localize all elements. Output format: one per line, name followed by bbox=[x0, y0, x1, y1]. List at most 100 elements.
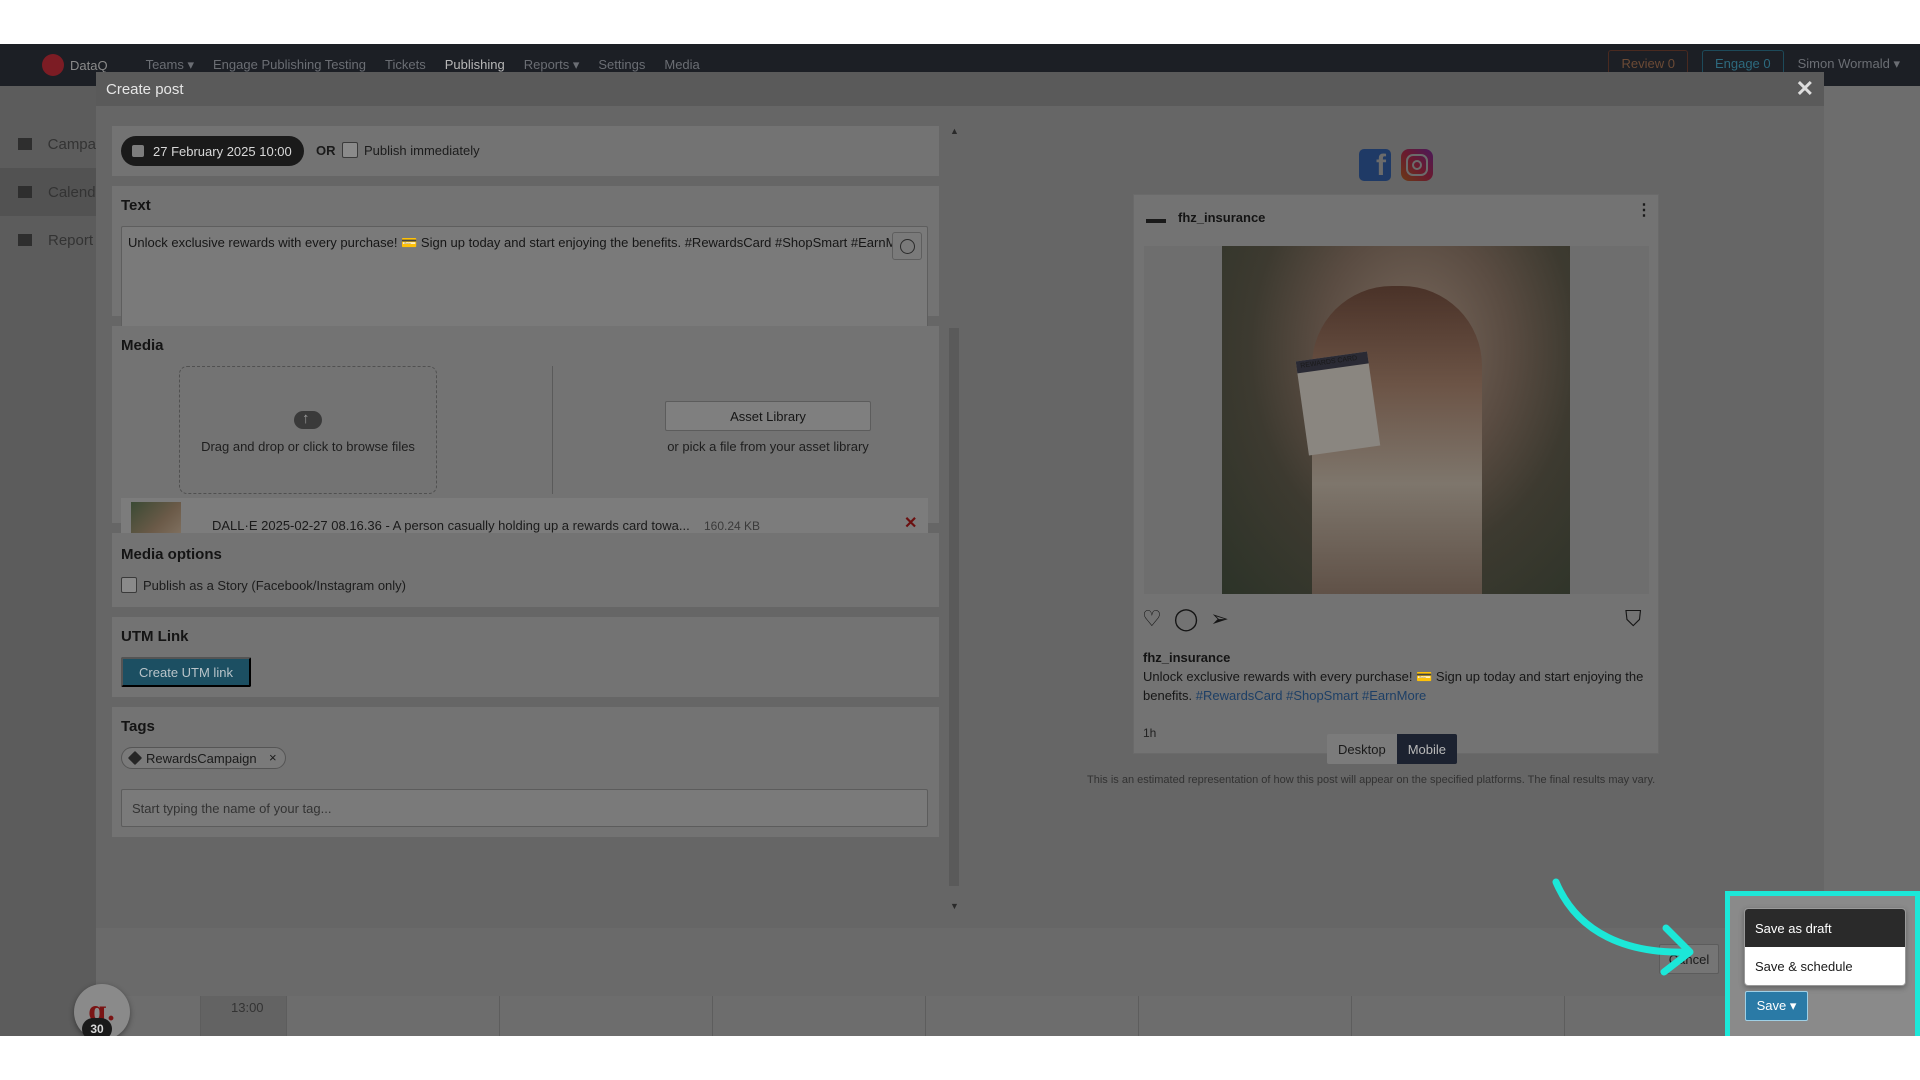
caption-hashtags: #RewardsCard #ShopSmart #EarnMore bbox=[1195, 688, 1427, 703]
calendar-cell[interactable] bbox=[1138, 994, 1351, 1036]
file-size: 160.24 KB bbox=[704, 519, 761, 533]
nav-engage-publishing[interactable]: Engage Publishing Testing bbox=[213, 57, 366, 73]
calendar-icon bbox=[132, 145, 144, 157]
nav-menu: Teams ▾ Engage Publishing Testing Ticket… bbox=[146, 57, 700, 73]
tag-chip: RewardsCampaign × bbox=[121, 747, 286, 769]
post-time: 1h bbox=[1143, 726, 1157, 740]
create-post-modal: Create post ✕ 27 February 2025 10:00 OR … bbox=[96, 72, 1824, 996]
save-dropdown-menu: Save as draft Save & schedule bbox=[1744, 908, 1906, 986]
emoji-button[interactable] bbox=[892, 232, 922, 260]
save-button[interactable]: Save ▾ bbox=[1745, 991, 1808, 1021]
calendar-cell[interactable] bbox=[499, 994, 712, 1036]
close-icon[interactable]: ✕ bbox=[1796, 76, 1814, 102]
media-panel: Media Drag and drop or click to browse f… bbox=[112, 326, 939, 554]
scrollbar-thumb[interactable] bbox=[949, 328, 959, 886]
calendar-cell[interactable] bbox=[925, 994, 1138, 1036]
utm-panel: UTM Link Create UTM link bbox=[112, 617, 939, 697]
asset-library-hint: or pick a file from your asset library bbox=[667, 439, 869, 454]
mobile-view-button[interactable]: Mobile bbox=[1396, 734, 1457, 764]
publish-immediately-label: Publish immediately bbox=[364, 142, 480, 158]
text-heading: Text bbox=[121, 197, 151, 214]
text-panel: Text bbox=[112, 186, 939, 332]
story-checkbox[interactable] bbox=[121, 577, 137, 593]
logo-icon bbox=[42, 54, 64, 76]
date-picker-button[interactable]: 27 February 2025 10:00 bbox=[121, 136, 304, 166]
tag-input[interactable] bbox=[121, 789, 928, 827]
preview-image: REWARDS CARD bbox=[1222, 246, 1570, 594]
caption-username: fhz_insurance bbox=[1143, 650, 1231, 665]
platform-icons: f bbox=[1359, 149, 1433, 182]
media-options-panel: Media options Publish as a Story (Facebo… bbox=[112, 533, 939, 607]
remove-tag-icon[interactable]: × bbox=[269, 750, 277, 765]
nav-tickets[interactable]: Tickets bbox=[385, 57, 426, 73]
facebook-icon[interactable]: f bbox=[1359, 149, 1391, 182]
story-option[interactable]: Publish as a Story (Facebook/Instagram o… bbox=[121, 577, 406, 593]
preview-actions: ♡ ◯ ➢ bbox=[1142, 607, 1229, 631]
save-as-draft-option[interactable]: Save as draft bbox=[1745, 909, 1905, 947]
nav-reports[interactable]: Reports ▾ bbox=[524, 57, 580, 73]
media-heading: Media bbox=[121, 337, 164, 354]
tag-icon bbox=[127, 750, 143, 766]
scroll-up-icon[interactable]: ▲ bbox=[950, 126, 959, 136]
bookmark-icon: ⛉ bbox=[1625, 606, 1642, 631]
post-text-input[interactable] bbox=[121, 226, 928, 332]
or-label: OR bbox=[316, 143, 336, 158]
tags-heading: Tags bbox=[121, 718, 155, 735]
sidebar-item-label: Report bbox=[48, 231, 94, 249]
view-toggle: Desktop Mobile bbox=[1327, 734, 1457, 764]
form-scrollbar[interactable]: ▲ ▼ bbox=[948, 126, 960, 914]
sidebar-item-label: Calend bbox=[48, 183, 96, 201]
avatar bbox=[1146, 219, 1166, 223]
media-options-heading: Media options bbox=[121, 546, 222, 563]
more-options-icon[interactable]: ⋮ bbox=[1636, 203, 1652, 219]
sidebar: Campa Calend Report bbox=[0, 86, 96, 1036]
nav-media[interactable]: Media bbox=[664, 57, 699, 73]
cloud-upload-icon bbox=[292, 407, 324, 429]
tags-panel: Tags RewardsCampaign × bbox=[112, 707, 939, 837]
tag-label: RewardsCampaign bbox=[146, 750, 257, 766]
bar-chart-icon bbox=[18, 234, 32, 246]
asset-library-button[interactable]: Asset Library bbox=[665, 401, 871, 431]
preview-username: fhz_insurance bbox=[1178, 210, 1266, 225]
publish-immediately-option[interactable]: Publish immediately bbox=[342, 142, 480, 158]
calendar-icon bbox=[18, 186, 32, 198]
calendar-strip: 13:00 bbox=[200, 994, 1920, 1036]
post-preview-card: fhz_insurance ⋮ REWARDS CARD ♡ ◯ ➢ ⛉ fhz… bbox=[1133, 194, 1659, 754]
nav-teams[interactable]: Teams ▾ bbox=[146, 57, 194, 73]
app-frame: DataQ Teams ▾ Engage Publishing Testing … bbox=[0, 44, 1920, 1036]
annotation-arrow-icon bbox=[1552, 878, 1694, 976]
heart-icon: ♡ bbox=[1142, 606, 1162, 631]
user-menu[interactable]: Simon Wormald ▾ bbox=[1798, 56, 1900, 72]
rewards-card-text: REWARDS CARD bbox=[1299, 354, 1358, 370]
sidebar-item-calendar[interactable]: Calend bbox=[0, 168, 96, 216]
calendar-cell[interactable] bbox=[1351, 994, 1564, 1036]
scroll-down-icon[interactable]: ▼ bbox=[950, 901, 959, 911]
calendar-cell[interactable] bbox=[286, 994, 499, 1036]
modal-header: Create post ✕ bbox=[96, 72, 1824, 106]
desktop-view-button[interactable]: Desktop bbox=[1327, 734, 1397, 764]
modal-title: Create post bbox=[106, 80, 184, 98]
nav-publishing[interactable]: Publishing bbox=[445, 57, 505, 73]
save-and-schedule-option[interactable]: Save & schedule bbox=[1745, 947, 1905, 985]
nav-settings[interactable]: Settings bbox=[598, 57, 645, 73]
chat-badge: 30 bbox=[82, 1018, 112, 1036]
megaphone-icon bbox=[18, 138, 32, 150]
sidebar-item-campaigns[interactable]: Campa bbox=[0, 120, 96, 168]
publish-immediately-checkbox[interactable] bbox=[342, 142, 358, 158]
sidebar-item-label: Campa bbox=[47, 135, 96, 153]
create-utm-button[interactable]: Create UTM link bbox=[121, 657, 251, 687]
image-rewards-card: REWARDS CARD bbox=[1295, 351, 1381, 456]
calendar-time-label: 13:00 bbox=[200, 994, 286, 1036]
date-label: 27 February 2025 10:00 bbox=[153, 143, 292, 159]
smiley-icon bbox=[899, 238, 915, 254]
divider bbox=[552, 366, 553, 494]
instagram-icon[interactable] bbox=[1401, 149, 1433, 181]
calendar-cell[interactable] bbox=[712, 994, 925, 1036]
caption-text: Unlock exclusive rewards with every purc… bbox=[1143, 667, 1653, 705]
post-form: 27 February 2025 10:00 OR Publish immedi… bbox=[112, 126, 939, 914]
logo-text: DataQ bbox=[70, 57, 108, 73]
preview-image-container: REWARDS CARD bbox=[1144, 246, 1649, 594]
file-dropzone[interactable]: Drag and drop or click to browse files bbox=[179, 366, 437, 494]
sidebar-item-reports[interactable]: Report bbox=[0, 216, 96, 264]
remove-file-icon[interactable]: ✕ bbox=[904, 513, 917, 533]
